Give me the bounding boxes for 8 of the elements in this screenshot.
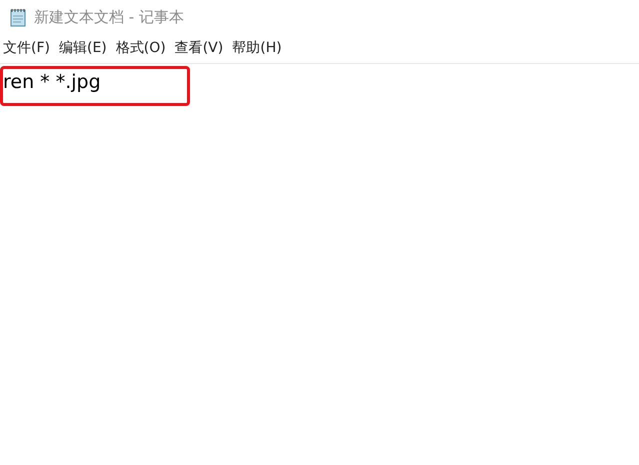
notepad-icon bbox=[8, 7, 28, 27]
menu-item[interactable]: 编辑(E) bbox=[56, 34, 110, 63]
menu-item[interactable]: 帮助(H) bbox=[229, 34, 285, 63]
window-title: 新建文本文档 - 记事本 bbox=[34, 6, 184, 28]
menu-item[interactable]: 格式(O) bbox=[112, 34, 169, 63]
text-line: ren * *.jpg bbox=[2, 70, 101, 95]
menu-item[interactable]: 查看(V) bbox=[172, 34, 226, 63]
menu-item[interactable]: 文件(F) bbox=[0, 34, 53, 63]
